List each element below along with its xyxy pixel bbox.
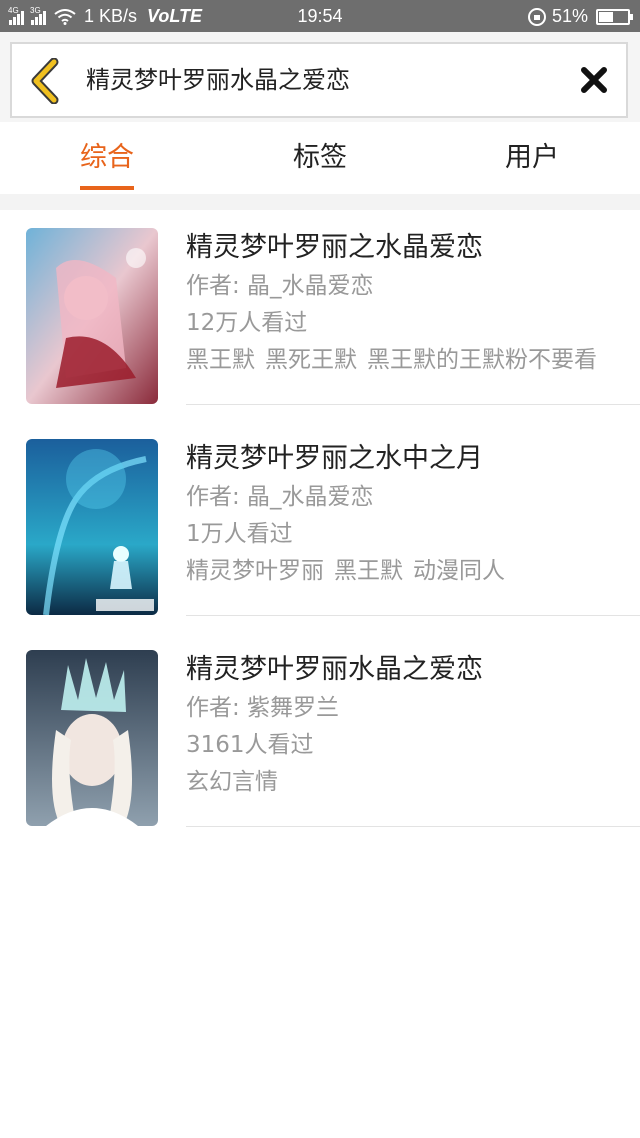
section-divider [0,194,640,210]
result-tag: 黑王默的王默粉不要看 [367,347,597,373]
result-meta: 精灵梦叶罗丽之水中之月 作者: 晶_水晶爱恋 1万人看过 精灵梦叶罗丽 黑王默 动漫… [186,439,640,590]
result-tag: 玄幻言情 [186,769,278,795]
chevron-left-icon[interactable] [28,58,62,104]
list-item[interactable]: 精灵梦叶罗丽水晶之爱恋 作者: 紫舞罗兰 3161人看过 玄幻言情 [0,632,640,843]
list-item[interactable]: 精灵梦叶罗丽之水晶爱恋 作者: 晶_水晶爱恋 12万人看过 黑王默 黑死王默 黑王默… [0,210,640,421]
list-item[interactable]: 精灵梦叶罗丽之水中之月 作者: 晶_水晶爱恋 1万人看过 精灵梦叶罗丽 黑王默 动漫… [0,421,640,632]
result-author: 作者: 晶_水晶爱恋 [186,273,374,299]
rotation-lock-icon [527,7,546,26]
status-bar: 4G 3G 1 KB/s VoLTE 19:54 51% [0,0,640,32]
result-tag: 动漫同人 [413,558,505,584]
book-cover-image[interactable] [26,650,158,826]
result-meta: 精灵梦叶罗丽之水晶爱恋 作者: 晶_水晶爱恋 12万人看过 黑王默 黑死王默 黑王默… [186,228,640,379]
result-tag: 黑王默 [334,558,403,584]
item-divider [186,615,640,616]
result-author: 作者: 紫舞罗兰 [186,695,340,721]
active-tab-indicator [80,186,134,190]
search-box: 精灵梦叶罗丽水晶之爱恋 [10,42,628,118]
result-meta: 精灵梦叶罗丽水晶之爱恋 作者: 紫舞罗兰 3161人看过 玄幻言情 [186,650,640,801]
item-divider [186,404,640,405]
item-divider [186,826,640,827]
result-tags: 玄幻言情 [186,764,640,801]
result-title[interactable]: 精灵梦叶罗丽之水晶爱恋 [186,228,640,268]
status-right: 51% [527,6,633,27]
tab-tags[interactable]: 标签 [260,122,380,192]
result-title[interactable]: 精灵梦叶罗丽水晶之爱恋 [186,650,640,690]
result-views: 3161人看过 [186,732,314,758]
result-views: 12万人看过 [186,310,308,336]
close-icon[interactable] [580,66,608,94]
book-cover-image[interactable] [26,228,158,404]
book-cover-image[interactable] [26,439,158,615]
result-tags: 精灵梦叶罗丽 黑王默 动漫同人 [186,553,640,590]
battery-percent: 51% [551,6,588,26]
tab-users[interactable]: 用户 [472,122,592,192]
results-list: 精灵梦叶罗丽之水晶爱恋 作者: 晶_水晶爱恋 12万人看过 黑王默 黑死王默 黑王默… [0,210,640,843]
result-tag: 黑王默 [186,347,255,373]
result-views: 1万人看过 [186,521,293,547]
tab-bar: 综合 标签 用户 [0,122,640,194]
result-title[interactable]: 精灵梦叶罗丽之水中之月 [186,439,640,479]
battery-icon [596,8,633,25]
search-header: 精灵梦叶罗丽水晶之爱恋 [0,32,640,122]
result-tags: 黑王默 黑死王默 黑王默的王默粉不要看 [186,342,640,379]
result-tag: 精灵梦叶罗丽 [186,558,324,584]
tab-comprehensive[interactable]: 综合 [47,122,167,192]
result-tag: 黑死王默 [265,347,357,373]
result-author: 作者: 晶_水晶爱恋 [186,484,374,510]
search-input[interactable]: 精灵梦叶罗丽水晶之爱恋 [86,44,350,116]
